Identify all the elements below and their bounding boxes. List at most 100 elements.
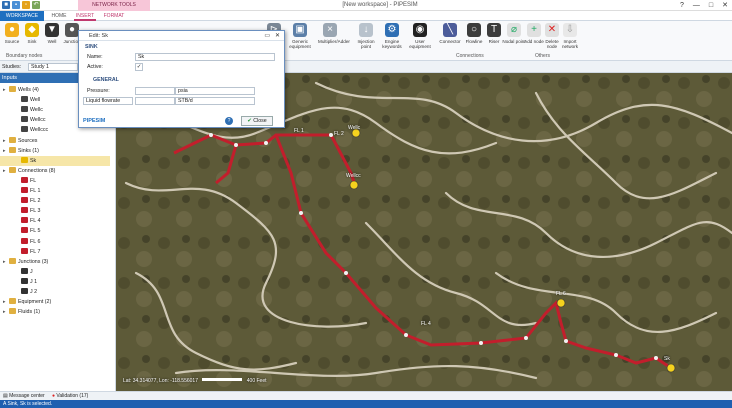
generic-equipment-button[interactable]: ▣ Generic equipment xyxy=(288,23,312,49)
coord-readout: Lat: 34.314077, Lon: -118.556017 xyxy=(123,378,198,384)
pressure-unit-select[interactable]: psia xyxy=(175,87,255,95)
connector-button[interactable]: ╲ Connector xyxy=(438,23,462,44)
tree-item[interactable]: FL 3 xyxy=(0,206,40,216)
well-icon: ▼ xyxy=(45,23,59,37)
ribbon-tabs: WORKSPACE HOME INSERT FORMAT xyxy=(0,11,732,21)
undo-icon[interactable]: ↶ xyxy=(32,1,40,9)
save-icon[interactable]: ▪ xyxy=(12,1,20,9)
flowline-icon xyxy=(21,176,28,183)
tree-item[interactable]: FL 4 xyxy=(0,216,40,226)
tree-item-label: Sources xyxy=(18,137,38,144)
minimize-button[interactable]: — xyxy=(693,0,700,11)
tree-item[interactable]: ▸ Wells (4) xyxy=(0,85,39,95)
tree-item[interactable]: ▸ Connections (8) xyxy=(0,166,55,176)
user-equipment-button[interactable]: ◉ User equipment xyxy=(408,23,432,49)
tree-item[interactable]: J 2 xyxy=(0,287,37,297)
tree-item-label: J 2 xyxy=(30,289,38,295)
open-icon[interactable]: ▫ xyxy=(22,1,30,9)
map-label: Wellcc xyxy=(346,173,361,179)
tree-item[interactable]: ▸ Fluids (1) xyxy=(0,307,40,317)
tree-item[interactable]: Wellcc xyxy=(0,115,46,125)
tree-item[interactable]: Sk xyxy=(0,155,110,166)
message-icon: ▤ xyxy=(3,393,8,399)
error-icon: ● xyxy=(52,393,56,399)
tab-home[interactable]: HOME xyxy=(48,11,70,21)
tree-item[interactable]: Well xyxy=(0,95,40,105)
liquid-unit-select[interactable]: STB/d xyxy=(175,97,255,105)
map-label: FL 4 xyxy=(421,321,431,327)
engine-icon: ⚙ xyxy=(385,23,399,37)
sink-icon xyxy=(21,156,28,163)
flowline-icon xyxy=(21,217,28,224)
window-controls: ? — □ ✕ xyxy=(680,0,728,11)
injection-point-button[interactable]: ↓ Injection point xyxy=(354,23,378,49)
import-network-icon: ⇩ xyxy=(563,23,577,37)
delete-node-icon: ✕ xyxy=(545,23,559,37)
tree-item[interactable]: FL 2 xyxy=(0,196,40,206)
liquid-flowrate-select[interactable]: Liquid flowrate xyxy=(83,97,133,105)
riser-icon: T xyxy=(487,23,501,37)
dialog-title-bar: Edit: Sk ▭ ✕ xyxy=(79,31,284,41)
pressure-field[interactable] xyxy=(135,87,175,95)
multiplier-adder-button[interactable]: × Multiplier/Adder xyxy=(318,23,350,44)
tree-item[interactable]: FL 6 xyxy=(0,237,40,247)
multiplier-icon: × xyxy=(323,23,337,37)
well-icon xyxy=(21,106,28,113)
tree-item[interactable]: Wellccc xyxy=(0,125,48,135)
tab-format[interactable]: FORMAT xyxy=(100,11,128,21)
tree-item[interactable]: FL 5 xyxy=(0,226,40,236)
edit-sink-dialog: Edit: Sk ▭ ✕ SINK Name: Sk Active: ✓ GEN… xyxy=(78,30,285,128)
flowline-icon xyxy=(21,227,28,234)
junction-icon: ● xyxy=(65,23,79,37)
injection-icon: ↓ xyxy=(359,23,373,37)
junction-icon xyxy=(21,277,28,284)
import-network-button[interactable]: ⇩ Import network xyxy=(558,23,582,49)
junction-icon xyxy=(21,267,28,274)
tree-item[interactable]: ▸ Sources xyxy=(0,136,37,146)
help-icon[interactable]: ? xyxy=(225,117,233,125)
tree-item-label: Wellcc xyxy=(30,117,46,124)
name-field[interactable]: Sk xyxy=(135,53,275,61)
well-icon xyxy=(21,116,28,123)
tab-insert[interactable]: INSERT xyxy=(74,11,96,21)
window-title: [New workspace] - PIPESIM xyxy=(342,2,418,8)
tree-item[interactable]: J xyxy=(0,267,33,277)
tree-item[interactable]: Wellc xyxy=(0,105,43,115)
tree-item-label: Sinks (1) xyxy=(18,147,39,154)
dialog-title: Edit: Sk xyxy=(89,33,108,39)
tree-item[interactable]: ▸ Equipment (2) xyxy=(0,297,51,307)
connector-icon: ╲ xyxy=(443,23,457,37)
tree-item[interactable]: ▸ Sinks (1) xyxy=(0,146,39,156)
tree-item-label: Wellc xyxy=(30,107,43,114)
quick-access-toolbar: ■ ▪ ▫ ↶ xyxy=(2,1,40,9)
tree-item[interactable]: FL xyxy=(0,176,36,186)
tab-workspace[interactable]: WORKSPACE xyxy=(0,11,44,21)
tree-item-label: FL 4 xyxy=(30,218,41,225)
well-icon xyxy=(21,126,28,133)
general-section-header: GENERAL xyxy=(93,77,119,83)
status-bar: A Sink, Sk is selected. xyxy=(0,400,732,408)
junction-icon xyxy=(21,288,28,294)
tree-item[interactable]: J 1 xyxy=(0,277,37,287)
close-button[interactable]: ✔ Close xyxy=(241,116,273,126)
pipesim-brand: PIPESIM xyxy=(83,118,106,124)
study-select[interactable]: Study 1 xyxy=(28,63,78,71)
tree-item[interactable]: FL 1 xyxy=(0,186,40,196)
dialog-close-icon[interactable]: ✕ xyxy=(275,31,280,41)
title-bar: ■ ▪ ▫ ↶ NETWORK TOOLS [New workspace] - … xyxy=(0,0,732,11)
add-node-icon: + xyxy=(527,23,541,37)
flowline-icon xyxy=(21,187,28,193)
close-window-button[interactable]: ✕ xyxy=(722,0,728,11)
folder-icon xyxy=(9,86,16,92)
engine-keywords-button[interactable]: ⚙ Engine keywords xyxy=(380,23,404,49)
sink-icon: ◆ xyxy=(25,23,39,37)
map-label: FL 6 xyxy=(556,291,566,297)
active-checkbox[interactable]: ✓ xyxy=(135,63,143,71)
tree-item[interactable]: ▸ Junctions (3) xyxy=(0,257,48,267)
help-button[interactable]: ? xyxy=(680,0,684,11)
tree-item[interactable]: FL 7 xyxy=(0,247,40,257)
map-label: Sk xyxy=(664,356,670,362)
dialog-minimize-icon[interactable]: ▭ xyxy=(264,31,270,41)
liquid-flowrate-field[interactable] xyxy=(135,97,175,105)
maximize-button[interactable]: □ xyxy=(709,0,713,11)
